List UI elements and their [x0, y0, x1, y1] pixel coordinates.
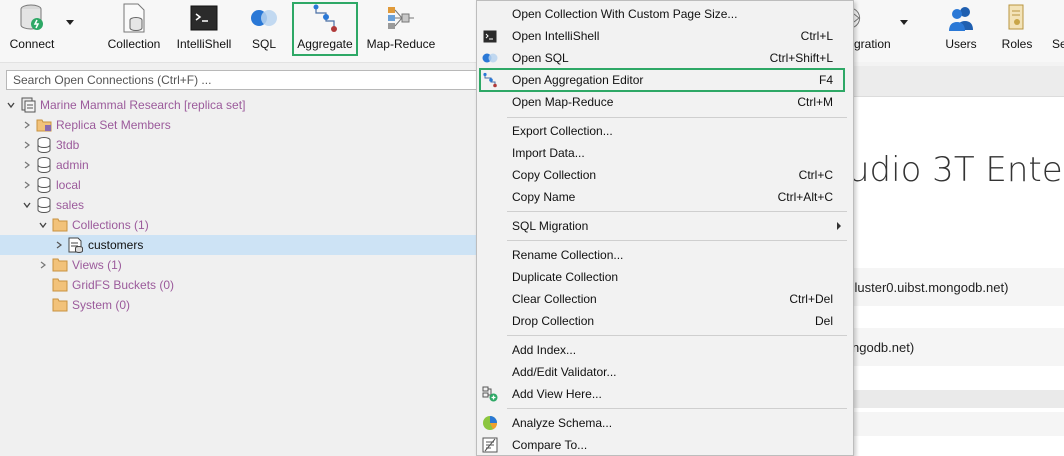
replica-set-icon: [20, 97, 36, 113]
chevron-right-icon[interactable]: [22, 120, 32, 130]
tree-db-local[interactable]: local: [0, 175, 478, 195]
folder-icon: [52, 297, 68, 313]
collection-context-menu: Open Collection With Custom Page Size...…: [476, 0, 854, 456]
menu-compare-to[interactable]: Compare To...: [477, 434, 853, 456]
sql-migration-button[interactable]: gration: [854, 0, 904, 58]
folder-icon: [52, 217, 68, 233]
collection-button[interactable]: Collection: [104, 0, 164, 58]
settings-button[interactable]: Se: [1052, 0, 1064, 58]
menu-clear-collection[interactable]: Clear Collection Ctrl+Del: [477, 288, 853, 310]
menu-duplicate-collection[interactable]: Duplicate Collection: [477, 266, 853, 288]
chevron-right-icon[interactable]: [54, 240, 64, 250]
users-button[interactable]: Users: [942, 0, 980, 58]
menu-copy-collection[interactable]: Copy Collection Ctrl+C: [477, 164, 853, 186]
menu-open-custom-page-size[interactable]: Open Collection With Custom Page Size...: [477, 3, 853, 25]
menu-separator: [507, 211, 847, 212]
connection-host-text: cluster0.uibst.mongodb.net): [848, 280, 1009, 295]
connection-info-row: [854, 412, 1064, 436]
chevron-right-icon[interactable]: [22, 160, 32, 170]
menu-analyze-schema[interactable]: Analyze Schema...: [477, 412, 853, 434]
menu-rename-collection[interactable]: Rename Collection...: [477, 244, 853, 266]
menu-drop-collection[interactable]: Drop Collection Del: [477, 310, 853, 332]
sql-toggle-icon: [249, 3, 279, 33]
database-icon: [36, 177, 52, 193]
terminal-icon: [189, 3, 219, 33]
sql-button[interactable]: SQL: [246, 0, 282, 58]
chevron-down-icon[interactable]: [22, 200, 32, 210]
main-tab-bar: [854, 66, 1064, 97]
menu-copy-name[interactable]: Copy Name Ctrl+Alt+C: [477, 186, 853, 208]
menu-separator: [507, 117, 847, 118]
folder-icon: [52, 277, 68, 293]
menu-separator: [507, 240, 847, 241]
menu-open-sql[interactable]: Open SQL Ctrl+Shift+L: [477, 47, 853, 69]
folder-members-icon: [36, 117, 52, 133]
connect-dropdown-icon[interactable]: [66, 20, 74, 25]
roles-scroll-icon: [1002, 3, 1032, 33]
tree-collections-folder[interactable]: Collections (1): [0, 215, 478, 235]
search-connections-input[interactable]: Search Open Connections (Ctrl+F) ...: [6, 70, 480, 90]
connection-info-row: [854, 390, 1064, 408]
map-reduce-button[interactable]: Map-Reduce: [366, 0, 436, 58]
tree-db-admin[interactable]: admin: [0, 155, 478, 175]
collection-icon: [68, 237, 84, 253]
roles-button[interactable]: Roles: [998, 0, 1036, 58]
menu-sql-migration[interactable]: SQL Migration: [477, 215, 853, 237]
add-view-icon: [482, 386, 498, 402]
migration-icon: [854, 3, 868, 33]
folder-icon: [52, 257, 68, 273]
tree-system-folder[interactable]: System (0): [0, 295, 478, 315]
chevron-right-icon[interactable]: [22, 180, 32, 190]
aggregate-button[interactable]: Aggregate: [294, 0, 356, 58]
menu-add-edit-validator[interactable]: Add/Edit Validator...: [477, 361, 853, 383]
menu-open-map-reduce[interactable]: Open Map-Reduce Ctrl+M: [477, 91, 853, 113]
connection-host-text: ngodb.net): [852, 340, 915, 355]
tree-db-3tdb[interactable]: 3tdb: [0, 135, 478, 155]
sql-toggle-icon: [482, 50, 498, 66]
menu-add-view-here[interactable]: Add View Here...: [477, 383, 853, 405]
menu-separator: [507, 408, 847, 409]
welcome-title: udio 3T Ente: [848, 150, 1063, 190]
map-reduce-icon: [386, 3, 416, 33]
tree-connection[interactable]: Marine Mammal Research [replica set]: [0, 95, 478, 115]
aggregate-pipeline-icon: [482, 72, 498, 88]
connect-button[interactable]: Connect: [6, 0, 58, 58]
menu-export-collection[interactable]: Export Collection...: [477, 120, 853, 142]
database-icon: [36, 137, 52, 153]
menu-add-index[interactable]: Add Index...: [477, 339, 853, 361]
schema-pie-icon: [482, 415, 498, 431]
submenu-arrow-icon: [837, 222, 841, 230]
collection-icon: [119, 3, 149, 33]
tree-db-sales[interactable]: sales: [0, 195, 478, 215]
menu-open-aggregation-editor[interactable]: Open Aggregation Editor F4: [477, 69, 853, 91]
chevron-right-icon[interactable]: [22, 140, 32, 150]
chevron-down-icon[interactable]: [6, 100, 16, 110]
users-icon: [946, 3, 976, 33]
connect-icon: [17, 3, 47, 33]
tree-views-folder[interactable]: Views (1): [0, 255, 478, 275]
intellishell-button[interactable]: IntelliShell: [174, 0, 234, 58]
database-icon: [36, 197, 52, 213]
tree-replica-members[interactable]: Replica Set Members: [0, 115, 478, 135]
compare-icon: [482, 437, 498, 453]
aggregate-pipeline-icon: [310, 3, 340, 33]
tree-collection-customers[interactable]: customers: [0, 235, 478, 255]
database-icon: [36, 157, 52, 173]
menu-separator: [507, 335, 847, 336]
chevron-right-icon[interactable]: [38, 260, 48, 270]
tree-gridfs-folder[interactable]: GridFS Buckets (0): [0, 275, 478, 295]
chevron-down-icon[interactable]: [38, 220, 48, 230]
menu-open-intellishell[interactable]: Open IntelliShell Ctrl+L: [477, 25, 853, 47]
migration-dropdown-icon[interactable]: [900, 20, 908, 25]
menu-import-data[interactable]: Import Data...: [477, 142, 853, 164]
terminal-icon: [482, 28, 498, 44]
